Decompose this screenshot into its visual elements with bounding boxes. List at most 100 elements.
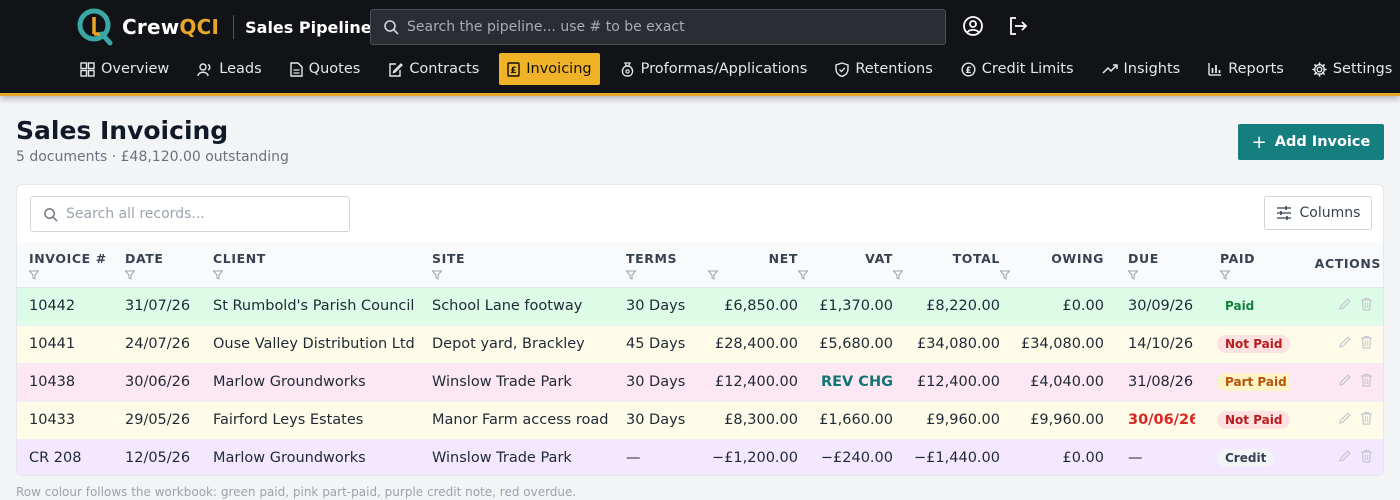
svg-text:£: £ xyxy=(965,66,971,76)
status-badge: Paid xyxy=(1217,297,1263,315)
nav-settings[interactable]: Settings xyxy=(1304,53,1400,85)
global-search[interactable] xyxy=(370,9,946,45)
cell-invoice: 10441 xyxy=(17,325,125,364)
global-search-input[interactable] xyxy=(407,19,927,35)
table-header-row: INVOICE # DATE CLIENT SITE TERMS NET VAT… xyxy=(17,241,1383,288)
delete-icon[interactable] xyxy=(1360,449,1373,467)
records-search-input[interactable] xyxy=(66,206,336,222)
filter-icon[interactable] xyxy=(892,268,1000,280)
cell-site: Winslow Trade Park xyxy=(432,439,626,475)
col-header-date[interactable]: DATE xyxy=(124,241,213,288)
nav-credit-limits[interactable]: £ Credit Limits xyxy=(953,53,1082,85)
table-row[interactable]: 10441 24/07/26 Ouse Valley Distribution Lt… xyxy=(17,325,1383,364)
cell-due: — xyxy=(1104,439,1195,475)
nav-proformas[interactable]: Proformas/Applications xyxy=(612,53,816,85)
nav-label: Quotes xyxy=(308,61,361,77)
col-header-total[interactable]: TOTAL xyxy=(892,241,1000,288)
footnote: Row colour follows the workbook: green p… xyxy=(16,485,577,499)
account-icon[interactable] xyxy=(962,15,984,37)
cell-site: Winslow Trade Park xyxy=(432,363,626,402)
nav-reports[interactable]: Reports xyxy=(1200,53,1292,85)
col-header-net[interactable]: NET xyxy=(707,241,798,288)
nav-label: Credit Limits xyxy=(981,61,1074,77)
cell-paid: Credit xyxy=(1195,439,1290,475)
invoice-table: INVOICE # DATE CLIENT SITE TERMS NET VAT… xyxy=(17,241,1383,475)
edit-icon[interactable] xyxy=(1338,297,1352,315)
nav-contracts[interactable]: Contracts xyxy=(380,53,487,85)
nav-insights[interactable]: Insights xyxy=(1094,53,1189,85)
cell-actions xyxy=(1290,287,1383,326)
nav-leads[interactable]: Leads xyxy=(189,53,269,85)
add-invoice-button[interactable]: + Add Invoice xyxy=(1238,124,1384,160)
filter-icon[interactable] xyxy=(625,268,708,280)
columns-button[interactable]: Columns xyxy=(1264,196,1372,230)
nav-invoicing[interactable]: £ Invoicing xyxy=(499,53,600,85)
col-header-invoice[interactable]: INVOICE # xyxy=(17,241,125,288)
col-header-owing[interactable]: OWING xyxy=(999,241,1104,288)
page-subtitle: 5 documents · £48,120.00 outstanding xyxy=(16,149,289,165)
cell-vat: REV CHG xyxy=(798,363,893,402)
edit-icon[interactable] xyxy=(1338,411,1352,429)
cell-net: £12,400.00 xyxy=(708,363,798,402)
col-header-site[interactable]: SITE xyxy=(431,241,626,288)
filter-icon[interactable] xyxy=(999,268,1104,280)
add-invoice-label: Add Invoice xyxy=(1274,134,1371,150)
nav-quotes[interactable]: Quotes xyxy=(282,53,369,85)
delete-icon[interactable] xyxy=(1360,297,1373,315)
page-title: Sales Invoicing xyxy=(16,116,229,145)
filter-icon[interactable] xyxy=(431,268,626,280)
nav-label: Settings xyxy=(1332,61,1393,77)
table-row[interactable]: 10438 30/06/26 Marlow Groundworks Winslow T… xyxy=(17,363,1383,402)
records-search[interactable] xyxy=(30,196,350,232)
filter-icon[interactable] xyxy=(1127,268,1195,280)
delete-icon[interactable] xyxy=(1360,335,1373,353)
filter-icon[interactable] xyxy=(1219,268,1290,280)
cell-date: 30/06/26 xyxy=(125,363,213,402)
pound-coin-icon: £ xyxy=(961,61,976,77)
filter-icon[interactable] xyxy=(124,268,213,280)
users-icon xyxy=(197,62,211,76)
col-header-paid[interactable]: PAID xyxy=(1195,241,1290,288)
delete-icon[interactable] xyxy=(1360,411,1373,429)
nav-retentions[interactable]: Retentions xyxy=(827,53,940,85)
nav-label: Invoicing xyxy=(526,61,592,77)
nav-overview[interactable]: Overview xyxy=(72,53,177,85)
nav-label: Retentions xyxy=(855,61,933,77)
cell-terms: — xyxy=(626,439,708,475)
edit-icon[interactable] xyxy=(1338,449,1352,467)
edit-icon[interactable] xyxy=(1338,335,1352,353)
delete-icon[interactable] xyxy=(1360,373,1373,391)
cell-owing: £0.00 xyxy=(1000,439,1104,475)
cell-site: School Lane footway xyxy=(432,287,626,326)
table-row[interactable]: 10442 31/07/26 St Rumbold's Parish Council… xyxy=(17,287,1383,326)
cell-invoice: 10438 xyxy=(17,363,125,402)
brand[interactable]: CrewQCI Sales Pipeline xyxy=(76,8,372,46)
table-row[interactable]: CR 208 12/05/26 Marlow Groundworks Winslow … xyxy=(17,439,1383,475)
col-header-actions: ACTIONS xyxy=(1290,241,1383,288)
pound-receipt-icon: £ xyxy=(507,61,520,77)
cell-client: Marlow Groundworks xyxy=(213,363,432,402)
status-badge: Not Paid xyxy=(1217,335,1290,353)
col-header-due[interactable]: DUE xyxy=(1104,241,1195,288)
cell-total: −£1,440.00 xyxy=(893,439,1000,475)
filter-icon[interactable] xyxy=(212,268,432,280)
logout-icon[interactable] xyxy=(1007,15,1029,37)
columns-label: Columns xyxy=(1299,205,1361,221)
cell-paid: Paid xyxy=(1195,287,1290,326)
cell-vat: £5,680.00 xyxy=(798,325,893,364)
col-header-vat[interactable]: VAT xyxy=(797,241,893,288)
svg-text:£: £ xyxy=(511,66,517,76)
col-header-client[interactable]: CLIENT xyxy=(212,241,432,288)
edit-icon[interactable] xyxy=(1338,373,1352,391)
search-icon xyxy=(384,20,399,35)
cell-actions xyxy=(1290,439,1383,475)
col-header-terms[interactable]: TERMS xyxy=(625,241,708,288)
table-row[interactable]: 10433 29/05/26 Fairford Leys Estates Manor … xyxy=(17,401,1383,440)
filter-icon[interactable] xyxy=(797,268,893,280)
money-bag-icon xyxy=(621,61,633,77)
filter-icon[interactable] xyxy=(707,268,798,280)
cell-owing: £9,960.00 xyxy=(1000,401,1104,440)
filter-icon[interactable] xyxy=(28,268,125,280)
sliders-icon xyxy=(1276,206,1291,220)
nav-label: Overview xyxy=(101,61,170,77)
